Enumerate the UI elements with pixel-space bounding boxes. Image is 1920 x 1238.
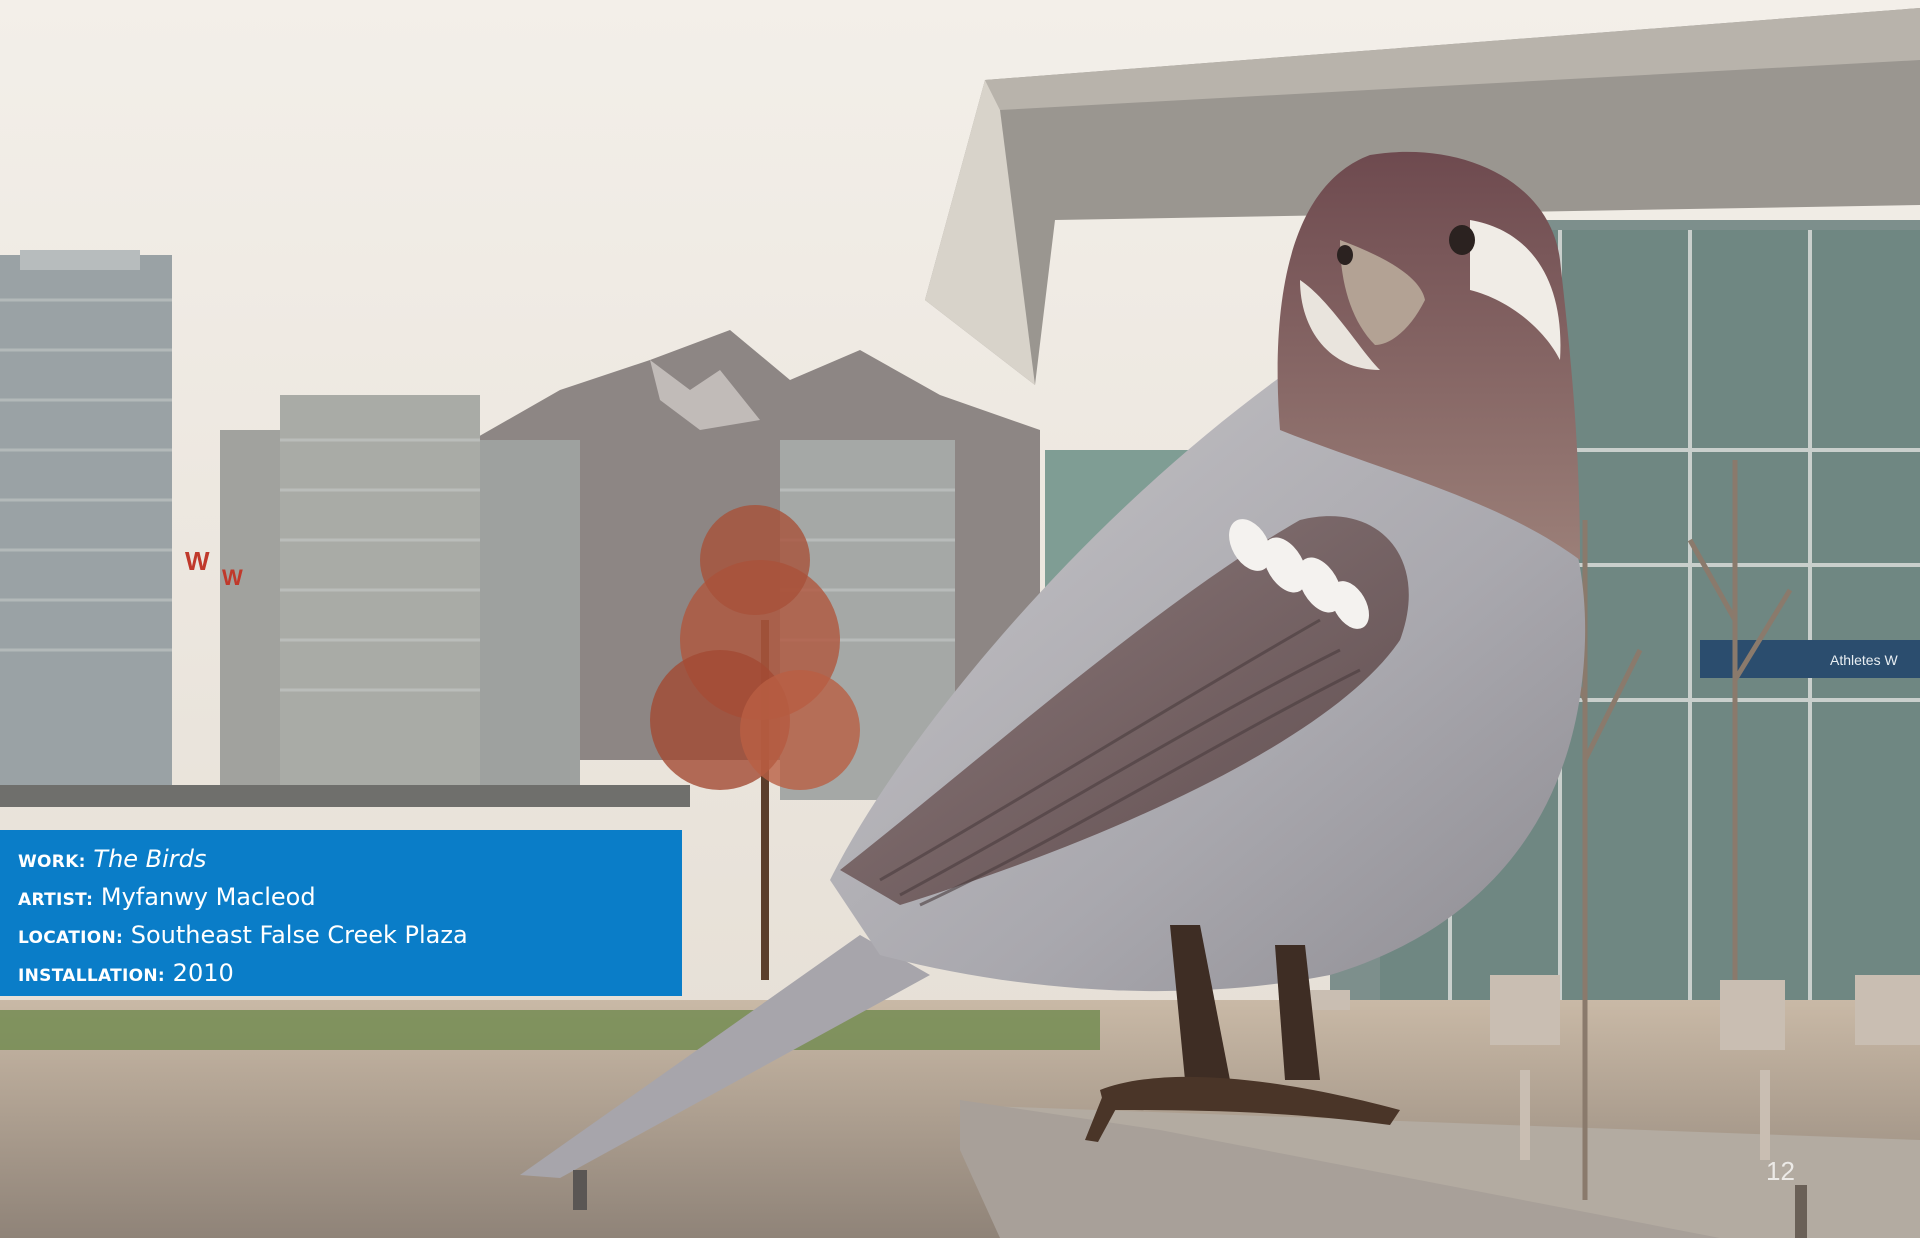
artist-row: ARTIST: Myfanwy Macleod <box>18 880 664 918</box>
svg-text:W: W <box>185 546 210 576</box>
sculpture-photo: W W Athletes W <box>0 0 1920 1238</box>
work-value: The Birds <box>93 845 207 873</box>
page-number: 12 <box>1766 1156 1795 1186</box>
installation-value: 2010 <box>172 959 234 987</box>
building-sign: Athletes W <box>1830 652 1898 668</box>
artist-label: ARTIST: <box>18 890 94 910</box>
installation-row: INSTALLATION: 2010 <box>18 956 664 994</box>
svg-text:W: W <box>222 565 243 590</box>
work-label: WORK: <box>18 852 86 872</box>
viaduct <box>0 785 690 807</box>
location-row: LOCATION: Southeast False Creek Plaza <box>18 918 664 956</box>
artwork-caption-box: WORK: The Birds ARTIST: Myfanwy Macleod … <box>0 830 682 996</box>
work-row: WORK: The Birds <box>18 842 664 880</box>
location-value: Southeast False Creek Plaza <box>130 921 468 949</box>
installation-label: INSTALLATION: <box>18 966 166 986</box>
location-label: LOCATION: <box>18 928 124 948</box>
artist-value: Myfanwy Macleod <box>100 883 316 911</box>
document-page: W W Athletes W WORK: The Birds ARTIST: M… <box>0 0 1920 1238</box>
